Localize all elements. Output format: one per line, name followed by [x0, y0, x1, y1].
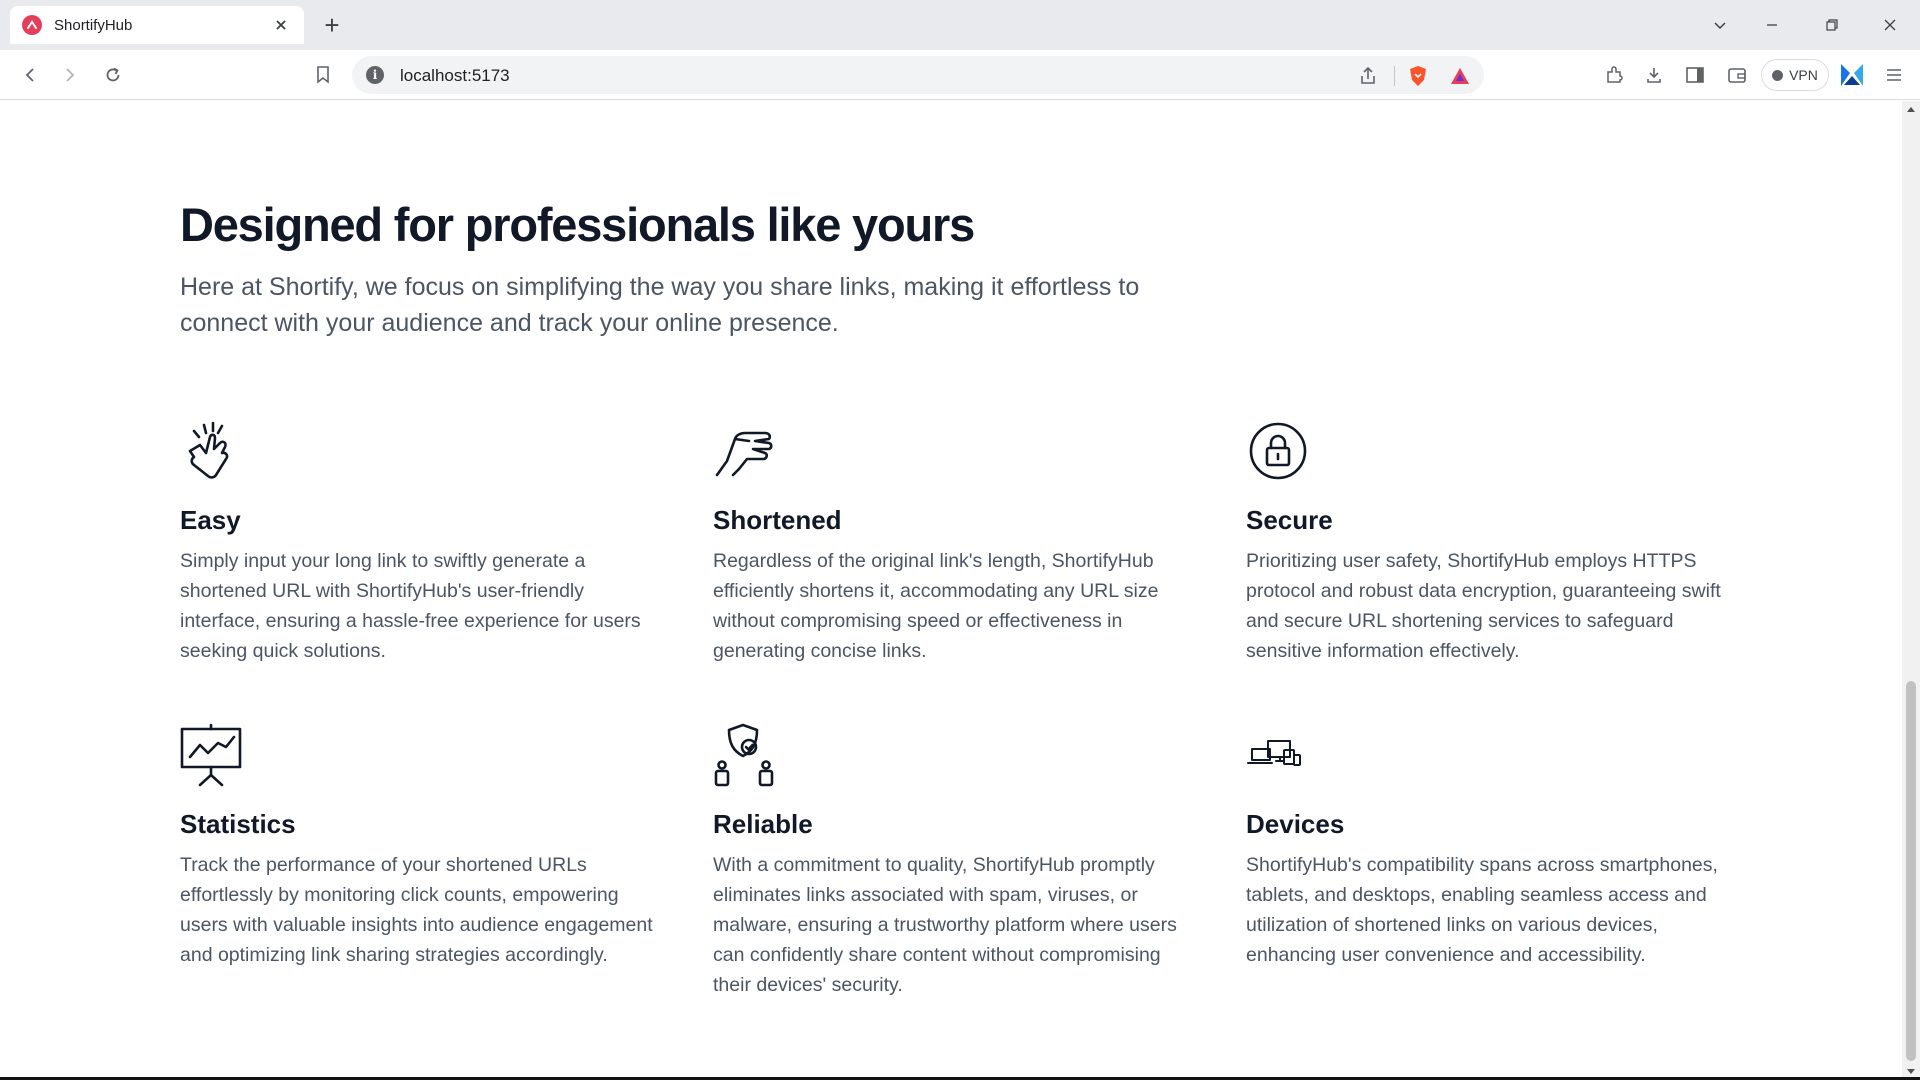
- share-icon[interactable]: [1356, 64, 1380, 88]
- snap-fingers-icon: [180, 419, 244, 483]
- vpn-button[interactable]: VPN: [1761, 59, 1829, 91]
- scroll-down-arrow-icon[interactable]: [1907, 1069, 1915, 1074]
- minimize-icon[interactable]: [1752, 8, 1792, 42]
- page-scrollbar[interactable]: [1902, 101, 1920, 1080]
- profile-avatar-icon[interactable]: [1838, 61, 1866, 89]
- feature-title: Shortened: [713, 505, 842, 535]
- close-window-icon[interactable]: [1870, 8, 1910, 42]
- url-text: localhost:5173: [400, 66, 510, 85]
- page-viewport: Designed for professionals like yours He…: [0, 101, 1902, 1080]
- feature-card-reliable: Reliable With a commitment to quality, S…: [713, 723, 1193, 1000]
- section-description: Here at Shortify, we focus on simplifyin…: [180, 273, 1140, 337]
- wallet-icon[interactable]: [1723, 61, 1751, 89]
- feature-description: ShortifyHub's compatibility spans across…: [1246, 854, 1718, 966]
- section-headline: Designed for professionals like yours: [180, 198, 975, 251]
- reload-icon[interactable]: [99, 61, 127, 89]
- devices-icon: [1246, 723, 1310, 787]
- feature-description: Simply input your long link to swiftly g…: [180, 550, 641, 662]
- pinch-hand-icon: [713, 419, 777, 483]
- sidebar-toggle-icon[interactable]: [1681, 61, 1709, 89]
- browser-toolbar: i localhost:5173 VPN: [0, 50, 1920, 100]
- feature-title: Easy: [180, 505, 241, 535]
- bookmark-icon[interactable]: [309, 61, 337, 89]
- address-bar[interactable]: i localhost:5173: [352, 56, 1484, 94]
- shortifyhub-favicon-icon: [22, 15, 42, 35]
- restore-icon[interactable]: [1812, 8, 1852, 42]
- lock-circle-icon: [1246, 419, 1310, 483]
- site-info-icon[interactable]: i: [366, 66, 384, 84]
- feature-card-secure: Secure Prioritizing user safety, Shortif…: [1246, 419, 1726, 666]
- feature-title: Reliable: [713, 809, 813, 839]
- tab-title: ShortifyHub: [54, 16, 133, 34]
- brave-shields-icon[interactable]: [1406, 64, 1430, 88]
- brave-rewards-icon[interactable]: [1448, 64, 1472, 88]
- feature-title: Secure: [1246, 505, 1333, 535]
- feature-description: Regardless of the original link's length…: [713, 550, 1159, 662]
- feature-title: Statistics: [180, 809, 296, 839]
- tab-strip: ShortifyHub +: [0, 0, 1920, 50]
- vpn-label: VPN: [1789, 67, 1818, 83]
- feature-card-statistics: Statistics Track the performance of your…: [180, 723, 660, 970]
- menu-icon[interactable]: [1880, 61, 1908, 89]
- scrollbar-thumb[interactable]: [1906, 681, 1916, 1061]
- presentation-chart-icon: [180, 723, 244, 787]
- shield-users-icon: [713, 723, 777, 787]
- vpn-status-icon: [1772, 69, 1784, 81]
- feature-description: Track the performance of your shortened …: [180, 854, 653, 966]
- feature-description: Prioritizing user safety, ShortifyHub em…: [1246, 550, 1721, 662]
- tab-search-chevron-icon[interactable]: [1700, 8, 1740, 42]
- download-icon[interactable]: [1640, 61, 1668, 89]
- feature-card-shortened: Shortened Regardless of the original lin…: [713, 419, 1193, 666]
- scroll-up-arrow-icon[interactable]: [1907, 107, 1915, 112]
- forward-icon[interactable]: [56, 61, 84, 89]
- browser-tab[interactable]: ShortifyHub: [10, 6, 304, 44]
- feature-card-easy: Easy Simply input your long link to swif…: [180, 419, 660, 666]
- back-icon[interactable]: [16, 61, 44, 89]
- feature-title: Devices: [1246, 809, 1345, 839]
- extensions-icon[interactable]: [1600, 61, 1628, 89]
- feature-description: With a commitment to quality, ShortifyHu…: [713, 854, 1177, 996]
- new-tab-button[interactable]: +: [318, 12, 346, 40]
- address-divider: [1394, 66, 1395, 86]
- tab-close-icon[interactable]: [270, 14, 292, 36]
- feature-card-devices: Devices ShortifyHub's compatibility span…: [1246, 723, 1726, 970]
